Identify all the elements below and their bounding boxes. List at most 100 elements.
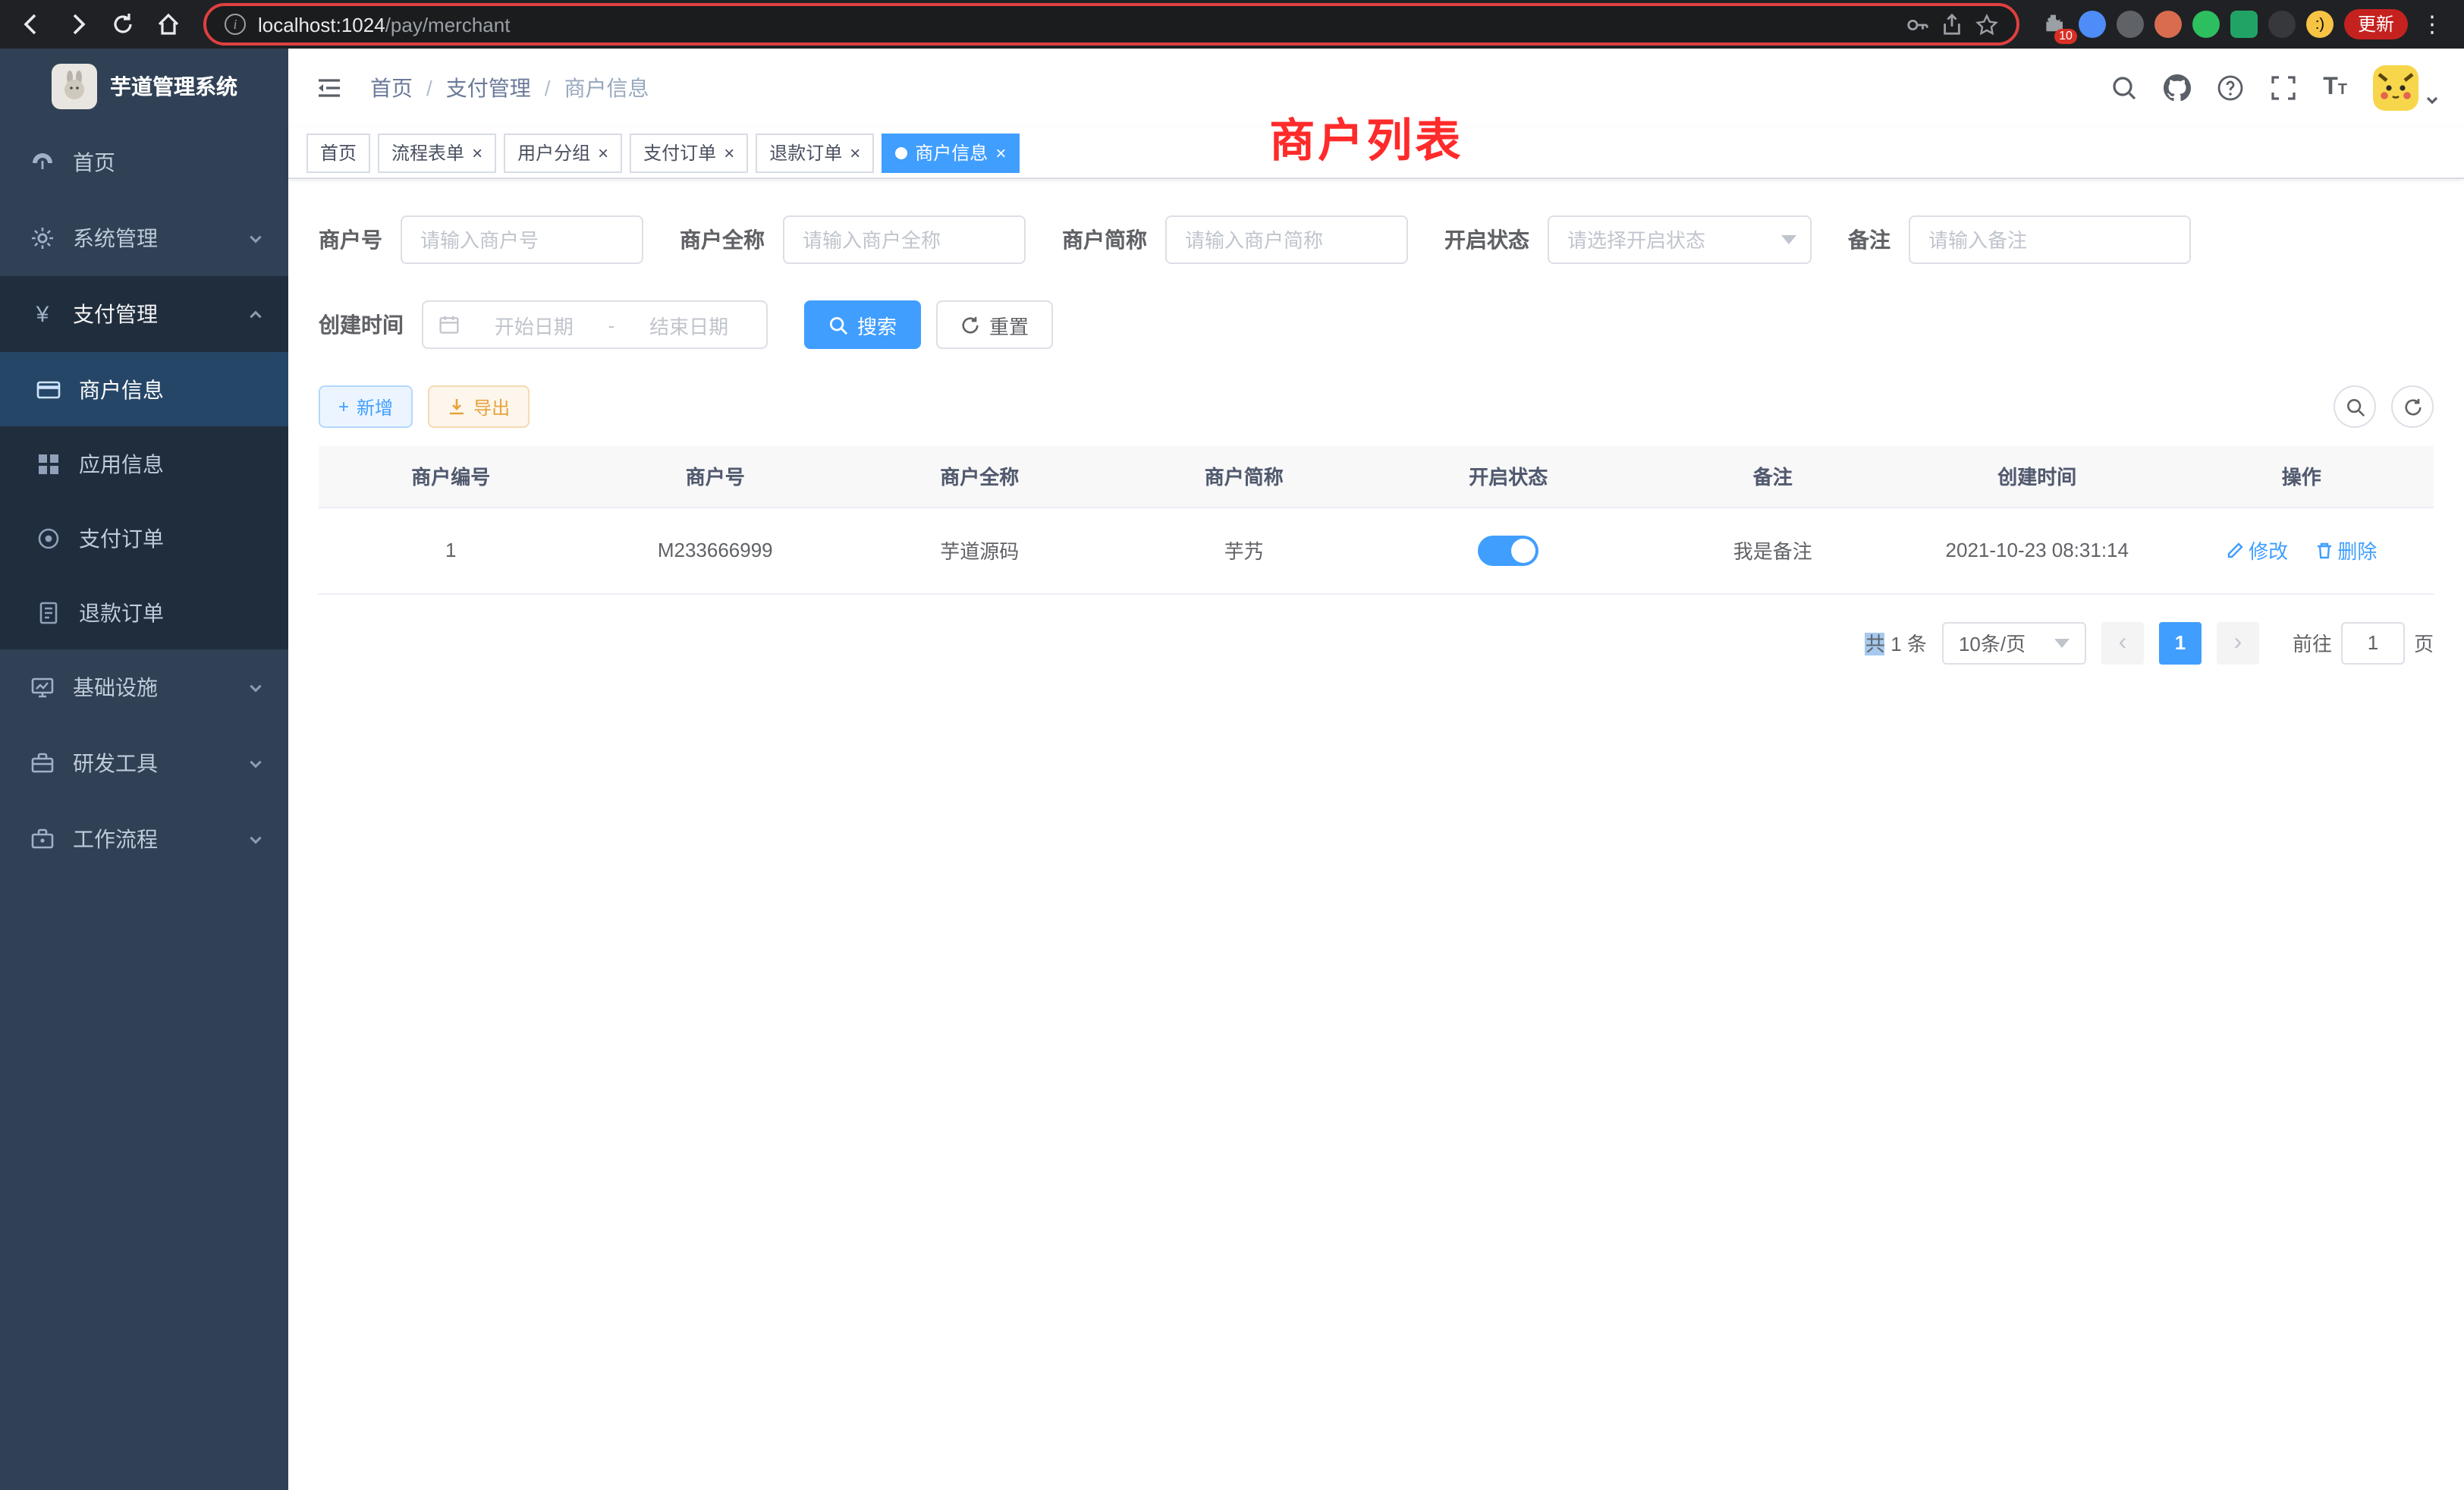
breadcrumb: 首页 / 支付管理 / 商户信息 [370, 73, 649, 103]
filter-label: 创建时间 [319, 310, 404, 340]
browser-update-button[interactable]: 更新 [2344, 9, 2408, 39]
sidebar-logo[interactable]: 芋道管理系统 [0, 49, 288, 124]
remark-input[interactable] [1909, 215, 2191, 264]
site-info-icon[interactable]: i [225, 14, 246, 35]
extensions-puzzle-icon[interactable]: 10 [2041, 11, 2068, 38]
user-avatar [2373, 65, 2418, 111]
chevron-down-icon [247, 831, 264, 847]
total-suffix: 条 [1907, 633, 1927, 655]
sidebar-item-payment-orders[interactable]: 支付订单 [0, 501, 288, 575]
sidebar-item-app-info[interactable]: 应用信息 [0, 426, 288, 501]
user-menu[interactable] [2373, 65, 2440, 111]
close-icon[interactable]: × [598, 143, 608, 162]
close-icon[interactable]: × [724, 143, 734, 162]
browser-menu-icon[interactable]: ⋮ [2418, 11, 2446, 38]
back-button[interactable] [12, 5, 52, 44]
sidebar-item-system[interactable]: 系统管理 [0, 200, 288, 276]
pagination-total: 共 1 条 [1865, 628, 1927, 657]
breadcrumb-payment[interactable]: 支付管理 [446, 73, 531, 103]
breadcrumb-home[interactable]: 首页 [370, 73, 413, 103]
edit-pencil-icon [2226, 541, 2244, 559]
sidebar-item-label: 工作流程 [73, 824, 158, 854]
tab-process-form[interactable]: 流程表单 × [378, 133, 496, 172]
logo-avatar [51, 64, 96, 109]
page-unit-label: 页 [2414, 628, 2434, 657]
goto-label: 前往 [2293, 628, 2332, 657]
plus-icon: + [338, 396, 349, 417]
page-size-select[interactable]: 10条/页 [1942, 621, 2086, 664]
extension-icon[interactable] [2079, 11, 2106, 38]
show-search-toggle-button[interactable] [2334, 385, 2376, 428]
add-button[interactable]: + 新增 [319, 385, 413, 428]
fullscreen-button[interactable] [2270, 74, 2297, 102]
sidebar-item-payment[interactable]: ¥ 支付管理 [0, 276, 288, 352]
refresh-icon [960, 315, 980, 335]
extension-icon[interactable] [2192, 11, 2220, 38]
col-header-full-name: 商户全称 [847, 446, 1112, 507]
breadcrumb-current: 商户信息 [564, 73, 649, 103]
reload-button[interactable] [103, 5, 143, 44]
tab-payment-orders[interactable]: 支付订单 × [630, 133, 748, 172]
extension-icon[interactable] [2154, 11, 2182, 38]
filter-label: 商户全称 [680, 225, 765, 255]
prev-page-button[interactable]: ‹ [2101, 621, 2144, 664]
home-button[interactable] [149, 5, 188, 44]
goto-page-input[interactable] [2341, 621, 2405, 664]
sidebar-item-home[interactable]: 首页 [0, 124, 288, 200]
merchant-no-input[interactable] [401, 215, 643, 264]
close-icon[interactable]: × [850, 143, 860, 162]
help-button[interactable] [2217, 74, 2244, 102]
github-button[interactable] [2164, 74, 2191, 102]
tab-label: 用户分组 [517, 140, 590, 165]
chevron-down-icon [247, 755, 264, 772]
refresh-table-button[interactable] [2391, 385, 2434, 428]
extension-icon[interactable] [2230, 11, 2258, 38]
status-select[interactable] [1548, 215, 1812, 264]
emoji-extension-icon[interactable]: :) [2306, 11, 2334, 38]
app-title: 芋道管理系统 [110, 71, 237, 102]
search-button[interactable]: 搜索 [804, 300, 921, 349]
edit-link[interactable]: 修改 [2226, 536, 2288, 564]
url-text[interactable]: localhost:1024/pay/merchant [258, 13, 1894, 36]
page-1-button[interactable]: 1 [2159, 621, 2202, 664]
extension-icon[interactable] [2117, 11, 2144, 38]
sidebar-toggle-button[interactable] [313, 71, 346, 105]
export-button[interactable]: 导出 [428, 385, 530, 428]
emoji-face: :) [2315, 16, 2324, 33]
short-name-input[interactable] [1165, 215, 1408, 264]
sidebar-item-refund-orders[interactable]: 退款订单 [0, 575, 288, 649]
active-tab-dot [895, 146, 907, 159]
next-page-button[interactable]: › [2217, 621, 2259, 664]
date-range-picker[interactable]: 开始日期 - 结束日期 [422, 300, 768, 349]
extension-icon[interactable] [2268, 11, 2296, 38]
address-bar[interactable]: i localhost:1024/pay/merchant [203, 3, 2019, 46]
sidebar-item-dev-tools[interactable]: 研发工具 [0, 725, 288, 801]
forward-button[interactable] [58, 5, 97, 44]
reset-button[interactable]: 重置 [936, 300, 1053, 349]
delete-trash-icon [2315, 541, 2333, 559]
col-header-status: 开启状态 [1376, 446, 1641, 507]
tab-user-group[interactable]: 用户分组 × [504, 133, 622, 172]
full-name-input[interactable] [783, 215, 1026, 264]
sidebar-item-merchant-info[interactable]: 商户信息 [0, 352, 288, 426]
sidebar-item-label: 支付管理 [73, 299, 158, 329]
filter-label: 商户简称 [1062, 225, 1147, 255]
tab-merchant-info[interactable]: 商户信息 × [882, 133, 1020, 172]
tab-label: 支付订单 [643, 140, 716, 165]
sidebar-item-infrastructure[interactable]: 基础设施 [0, 649, 288, 725]
chevron-up-icon [247, 306, 264, 322]
close-icon[interactable]: × [995, 143, 1006, 162]
sidebar-item-workflow[interactable]: 工作流程 [0, 801, 288, 877]
table-row: 1 M233666999 芋道源码 芋艿 我是备注 2021-10-23 08:… [319, 507, 2434, 593]
delete-link[interactable]: 删除 [2315, 536, 2377, 564]
tab-refund-orders[interactable]: 退款订单 × [756, 133, 874, 172]
font-size-button[interactable]: TT [2323, 76, 2347, 100]
status-toggle[interactable] [1478, 535, 1538, 565]
share-icon[interactable] [1941, 13, 1963, 36]
close-icon[interactable]: × [472, 143, 482, 162]
tab-home[interactable]: 首页 [306, 133, 370, 172]
header-search-button[interactable] [2110, 74, 2138, 102]
password-key-icon[interactable] [1906, 13, 1928, 36]
forward-icon [65, 12, 90, 36]
bookmark-star-icon[interactable] [1975, 13, 1998, 36]
